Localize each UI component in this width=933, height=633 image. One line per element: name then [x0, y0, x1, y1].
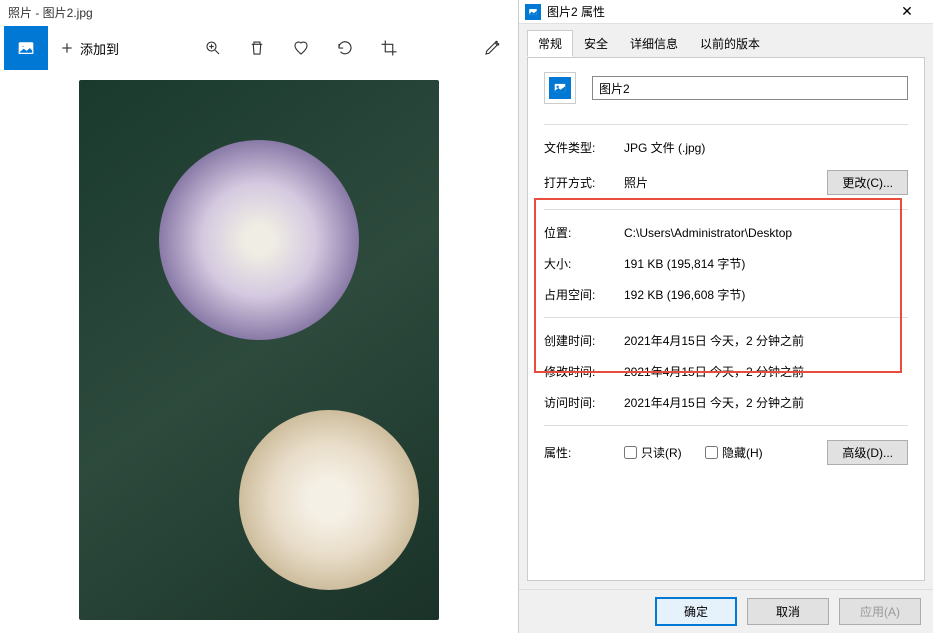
- disksize-label: 占用空间:: [544, 286, 624, 303]
- crop-icon[interactable]: [367, 26, 411, 70]
- openwith-label: 打开方式:: [544, 174, 624, 191]
- disksize-value: 192 KB (196,608 字节): [624, 286, 908, 303]
- location-value: C:\Users\Administrator\Desktop: [624, 226, 908, 240]
- edit-icon[interactable]: [470, 26, 514, 70]
- addto-button[interactable]: 添加到: [48, 26, 131, 70]
- advanced-button[interactable]: 高级(D)...: [827, 440, 908, 465]
- accessed-label: 访问时间:: [544, 394, 624, 411]
- delete-icon[interactable]: [235, 26, 279, 70]
- rotate-icon[interactable]: [323, 26, 367, 70]
- close-icon[interactable]: ✕: [887, 3, 927, 20]
- view-photo-icon[interactable]: [4, 26, 48, 70]
- cancel-button[interactable]: 取消: [747, 598, 829, 625]
- size-label: 大小:: [544, 255, 624, 272]
- location-label: 位置:: [544, 224, 624, 241]
- created-label: 创建时间:: [544, 332, 624, 349]
- hidden-checkbox[interactable]: 隐藏(H): [705, 444, 763, 461]
- photos-toolbar: 添加到: [0, 24, 518, 72]
- filetype-label: 文件类型:: [544, 139, 624, 156]
- change-button[interactable]: 更改(C)...: [827, 170, 908, 195]
- photos-title: 照片 - 图片2.jpg: [8, 6, 93, 20]
- created-value: 2021年4月15日 今天，2 分钟之前: [624, 332, 908, 349]
- ok-button[interactable]: 确定: [655, 597, 737, 626]
- tab-previous[interactable]: 以前的版本: [689, 30, 771, 57]
- modified-value: 2021年4月15日 今天，2 分钟之前: [624, 363, 908, 380]
- tab-security[interactable]: 安全: [573, 30, 619, 57]
- apply-button[interactable]: 应用(A): [839, 598, 921, 625]
- photos-titlebar: 照片 - 图片2.jpg: [0, 0, 518, 24]
- tab-general[interactable]: 常规: [527, 30, 573, 57]
- favorite-icon[interactable]: [279, 26, 323, 70]
- properties-dialog: 图片2 属性 ✕ 常规 安全 详细信息 以前的版本 文件类型: JPG 文件 (…: [518, 0, 933, 633]
- dialog-titlebar: 图片2 属性 ✕: [519, 0, 933, 24]
- readonly-checkbox[interactable]: 只读(R): [624, 444, 682, 461]
- file-large-icon: [544, 72, 576, 104]
- modified-label: 修改时间:: [544, 363, 624, 380]
- dialog-title: 图片2 属性: [547, 3, 605, 20]
- tab-panel-general: 文件类型: JPG 文件 (.jpg) 打开方式: 照片 更改(C)... 位置…: [527, 57, 925, 581]
- photo-viewport: [0, 72, 518, 633]
- filetype-value: JPG 文件 (.jpg): [624, 139, 908, 156]
- addto-label: 添加到: [80, 39, 119, 58]
- attributes-label: 属性:: [544, 444, 624, 461]
- openwith-value: 照片: [624, 174, 827, 191]
- tabs: 常规 安全 详细信息 以前的版本: [519, 24, 933, 57]
- photos-app-window: 照片 - 图片2.jpg 添加到: [0, 0, 518, 633]
- filename-input[interactable]: [592, 76, 908, 100]
- dialog-footer: 确定 取消 应用(A): [519, 589, 933, 633]
- size-value: 191 KB (195,814 字节): [624, 255, 908, 272]
- zoom-icon[interactable]: [191, 26, 235, 70]
- tab-details[interactable]: 详细信息: [619, 30, 689, 57]
- photo-image[interactable]: [79, 80, 439, 620]
- accessed-value: 2021年4月15日 今天，2 分钟之前: [624, 394, 908, 411]
- file-type-icon: [525, 4, 541, 20]
